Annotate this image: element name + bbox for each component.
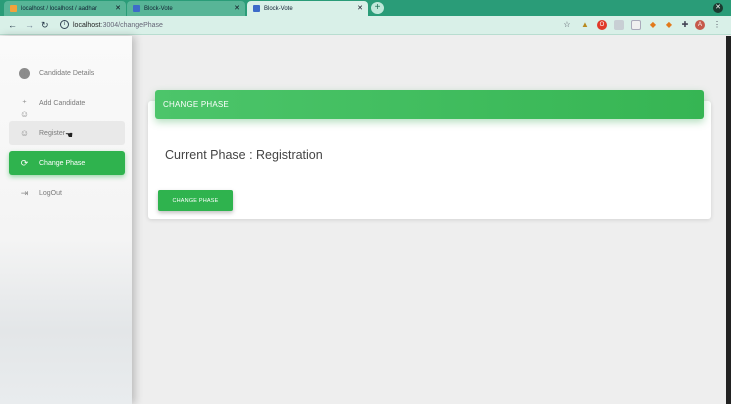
sidebar-item-logout[interactable]: ⇥ LogOut: [9, 181, 125, 205]
close-icon[interactable]: ✕: [357, 4, 363, 13]
person-icon: ☺: [19, 127, 30, 138]
extensions-puzzle-icon[interactable]: ✚: [680, 20, 690, 30]
extension-icon[interactable]: O: [597, 20, 607, 30]
phpmyadmin-favicon: [10, 5, 17, 12]
browser-toolbar: ← → ↻ i localhost:3004/changePhase ☆ ▲ O…: [0, 16, 731, 35]
sidebar: i Candidate Details ⁺☺ Add Candidate ☺ R…: [0, 36, 132, 404]
new-tab-button[interactable]: +: [371, 2, 384, 14]
metamask-icon[interactable]: ◆: [664, 20, 674, 30]
close-icon[interactable]: ✕: [115, 4, 121, 13]
scrollbar[interactable]: [726, 36, 731, 404]
card-title: CHANGE PHASE: [163, 100, 229, 109]
more-menu-icon[interactable]: ⋮: [712, 20, 722, 30]
info-icon: i: [19, 67, 30, 79]
sidebar-item-label: Register: [39, 129, 66, 137]
sidebar-item-label: Change Phase: [39, 159, 86, 167]
sidebar-item-label: Candidate Details: [39, 69, 95, 77]
change-phase-button[interactable]: CHANGE PHASE: [158, 190, 233, 211]
address-bar[interactable]: localhost:3004/changePhase: [73, 20, 163, 31]
extension-icon[interactable]: [631, 20, 641, 30]
sidebar-item-candidate-details[interactable]: i Candidate Details: [9, 61, 125, 85]
site-info-icon[interactable]: i: [60, 20, 69, 29]
sidebar-item-change-phase[interactable]: ⟳ Change Phase: [9, 151, 125, 175]
extension-icon[interactable]: ▲: [580, 20, 590, 30]
close-icon[interactable]: ✕: [234, 4, 240, 13]
person-add-icon: ⁺☺: [19, 97, 30, 119]
card-header: CHANGE PHASE: [155, 90, 704, 119]
sidebar-item-add-candidate[interactable]: ⁺☺ Add Candidate: [9, 91, 125, 119]
metamask-icon[interactable]: ◆: [648, 20, 658, 30]
window-close-icon[interactable]: ✕: [713, 3, 723, 13]
extension-icon[interactable]: [614, 20, 624, 30]
profile-avatar[interactable]: A: [695, 20, 705, 30]
tab-title: Block-Vote: [264, 5, 293, 12]
sidebar-item-label: LogOut: [39, 189, 62, 197]
tab-title: localhost / localhost / aadhar: [21, 5, 98, 12]
bookmark-star-icon[interactable]: ☆: [562, 20, 572, 30]
forward-arrow-icon[interactable]: →: [25, 19, 34, 31]
document-favicon: [133, 5, 140, 12]
url-host: localhost: [73, 22, 101, 29]
document-favicon: [253, 5, 260, 12]
mouse-cursor-icon: ☚: [65, 130, 74, 140]
tab-title: Block-Vote: [144, 5, 173, 12]
sidebar-item-label: Add Candidate: [39, 99, 86, 107]
browser-tab-2[interactable]: Block-Vote ✕: [127, 1, 245, 16]
logout-icon: ⇥: [20, 187, 29, 198]
browser-tabstrip: localhost / localhost / aadhar ✕ Block-V…: [0, 0, 731, 16]
current-phase-text: Current Phase : Registration: [165, 148, 323, 162]
browser-tab-3-active[interactable]: Block-Vote ✕: [247, 1, 368, 16]
back-arrow-icon[interactable]: ←: [8, 19, 17, 31]
reload-icon[interactable]: ↻: [41, 19, 49, 31]
browser-tab-1[interactable]: localhost / localhost / aadhar ✕: [4, 1, 126, 16]
refresh-icon: ⟳: [20, 157, 29, 168]
url-path: :3004/changePhase: [100, 22, 163, 29]
